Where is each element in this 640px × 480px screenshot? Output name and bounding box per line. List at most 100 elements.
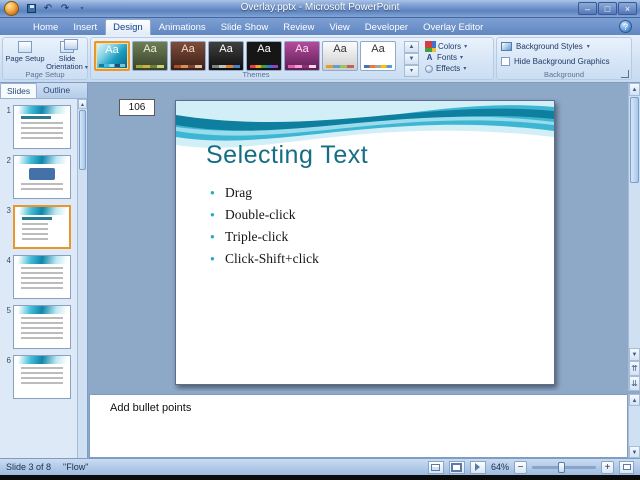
tab-overlay-editor[interactable]: Overlay Editor xyxy=(416,20,490,35)
slide-number: 5 xyxy=(6,306,11,315)
zoom-slider-thumb[interactable] xyxy=(558,461,565,473)
thumb-line xyxy=(21,116,51,119)
thumb-line xyxy=(22,228,48,230)
chevron-down-icon: ▾ xyxy=(464,43,468,50)
zoom-out-button[interactable]: − xyxy=(514,460,527,474)
theme-thumb-label: Aa xyxy=(219,43,233,55)
scroll-up-button[interactable]: ▲ xyxy=(629,394,640,406)
thumb-line xyxy=(21,382,63,384)
colors-button[interactable]: Colors ▾ xyxy=(423,40,493,52)
theme-thumbnail[interactable]: Aa xyxy=(208,41,244,71)
hide-background-graphics-label: Hide Background Graphics xyxy=(514,57,610,66)
background-dialog-launcher[interactable] xyxy=(621,70,629,78)
bullet-item[interactable]: Double-click xyxy=(210,207,319,223)
colors-label: Colors xyxy=(438,41,462,51)
chevron-down-icon: ▾ xyxy=(460,55,464,61)
tab-slide-show[interactable]: Slide Show xyxy=(214,20,276,35)
slide-thumbnail-1[interactable]: 1 xyxy=(2,105,75,149)
scrollbar-thumb[interactable] xyxy=(630,97,639,183)
normal-view-button[interactable] xyxy=(427,460,444,474)
ribbon-tab-row: Home Insert Design Animations Slide Show… xyxy=(0,18,640,35)
gallery-scroll-down-button[interactable]: ▼ xyxy=(404,53,419,65)
zoom-in-button[interactable]: + xyxy=(601,460,614,474)
notes-scrollbar[interactable]: ▲ ▼ xyxy=(628,394,640,458)
minimize-button[interactable]: – xyxy=(578,2,597,15)
page-setup-button[interactable]: Page Setup xyxy=(4,40,46,71)
slide-title[interactable]: Selecting Text xyxy=(206,141,368,170)
next-slide-button[interactable]: ⇊ xyxy=(629,376,640,391)
tab-outline[interactable]: Outline xyxy=(37,83,76,98)
theme-thumbnail[interactable]: Aa xyxy=(322,41,358,71)
thumb-shape xyxy=(29,168,55,180)
slide-number: 6 xyxy=(6,356,11,365)
slide-thumbnail-2[interactable]: 2 xyxy=(2,155,75,199)
slide-sorter-button[interactable] xyxy=(448,460,465,474)
slide-thumbnail-4[interactable]: 4 xyxy=(2,255,75,299)
slide-thumbnail-6[interactable]: 6 xyxy=(2,355,75,399)
pane-tabs: Slides Outline xyxy=(0,83,87,99)
slide[interactable]: Selecting Text Drag Double-click Triple-… xyxy=(175,100,555,385)
scroll-up-icon[interactable]: ▲ xyxy=(78,99,87,109)
hide-background-graphics-option[interactable]: Hide Background Graphics xyxy=(501,57,610,66)
theme-thumbnail[interactable]: Aa xyxy=(170,41,206,71)
theme-thumbnail[interactable]: Aa xyxy=(360,41,396,71)
tab-home[interactable]: Home xyxy=(26,20,65,35)
fonts-button[interactable]: A Fonts ▾ xyxy=(423,52,493,63)
close-button[interactable]: × xyxy=(618,2,637,15)
tab-animations[interactable]: Animations xyxy=(152,20,213,35)
main-vertical-scrollbar[interactable]: ▲ ▼ ⇈ ⇊ xyxy=(628,83,640,391)
zoom-slider[interactable] xyxy=(532,461,596,473)
hide-background-graphics-checkbox[interactable] xyxy=(501,57,510,66)
previous-slide-button[interactable]: ⇈ xyxy=(629,361,640,376)
powerpoint-window: ↶ ↷ ▾ Overlay.pptx - Microsoft PowerPoin… xyxy=(0,0,640,480)
slide-canvas[interactable]: 106 Selecting Text Drag Double-click Tri… xyxy=(89,83,628,391)
theme-thumbnail-flow[interactable]: Aa xyxy=(94,41,130,71)
slide-thumbnail-5[interactable]: 5 xyxy=(2,305,75,349)
tab-developer[interactable]: Developer xyxy=(358,20,415,35)
chevron-down-icon: ▾ xyxy=(586,44,590,50)
slide-number: 3 xyxy=(6,206,11,215)
slide-thumbnail-3[interactable]: 3 xyxy=(2,205,75,249)
theme-thumbnail[interactable]: Aa xyxy=(132,41,168,71)
effects-button[interactable]: Effects ▾ xyxy=(423,63,493,74)
slide-show-button[interactable] xyxy=(469,460,486,474)
slide-thumbnail-image xyxy=(13,305,71,349)
tab-review[interactable]: Review xyxy=(276,20,321,35)
tab-slides[interactable]: Slides xyxy=(0,83,38,98)
thumb-line xyxy=(21,277,63,279)
thumb-line xyxy=(21,372,63,374)
theme-thumb-label: Aa xyxy=(143,43,157,55)
page-setup-label: Page Setup xyxy=(5,54,45,63)
theme-thumbnail[interactable]: Aa xyxy=(246,41,282,71)
scroll-up-button[interactable]: ▲ xyxy=(629,83,640,96)
slide-thumbnail-image xyxy=(13,255,71,299)
thumb-wave xyxy=(14,106,70,114)
thumb-wave xyxy=(14,306,70,314)
scrollbar-thumb[interactable] xyxy=(79,110,86,170)
thumb-line xyxy=(21,327,63,329)
slide-number: 2 xyxy=(6,156,11,165)
thumb-line xyxy=(21,287,63,289)
page-setup-group: Page Setup Slide Orientation ▾ Page Setu… xyxy=(2,37,88,80)
slide-orientation-button[interactable]: Slide Orientation ▾ xyxy=(46,39,88,71)
tab-view[interactable]: View xyxy=(322,20,356,35)
slide-number-overlay[interactable]: 106 xyxy=(119,99,155,116)
bullet-item[interactable]: Drag xyxy=(210,185,319,201)
help-button[interactable]: ? xyxy=(619,20,632,33)
tab-design[interactable]: Design xyxy=(105,19,151,35)
slide-bullet-list[interactable]: Drag Double-click Triple-click Click-Shi… xyxy=(210,185,319,273)
theme-color-strip xyxy=(250,65,278,68)
fit-to-window-button[interactable] xyxy=(619,460,634,474)
tab-insert[interactable]: Insert xyxy=(66,20,104,35)
slide-thumbnail-image xyxy=(13,355,71,399)
scroll-down-button[interactable]: ▼ xyxy=(629,348,640,361)
theme-thumbnail[interactable]: Aa xyxy=(284,41,320,71)
notes-pane[interactable]: Add bullet points xyxy=(89,394,628,458)
gallery-scroll-up-button[interactable]: ▲ xyxy=(404,41,419,53)
maximize-button[interactable]: □ xyxy=(598,2,617,15)
scroll-down-button[interactable]: ▼ xyxy=(629,446,640,458)
bullet-item[interactable]: Triple-click xyxy=(210,229,319,245)
background-styles-button[interactable]: Background Styles ▾ xyxy=(501,42,590,51)
bullet-item[interactable]: Click-Shift+click xyxy=(210,251,319,267)
slides-pane-scrollbar[interactable]: ▲ xyxy=(77,99,87,458)
